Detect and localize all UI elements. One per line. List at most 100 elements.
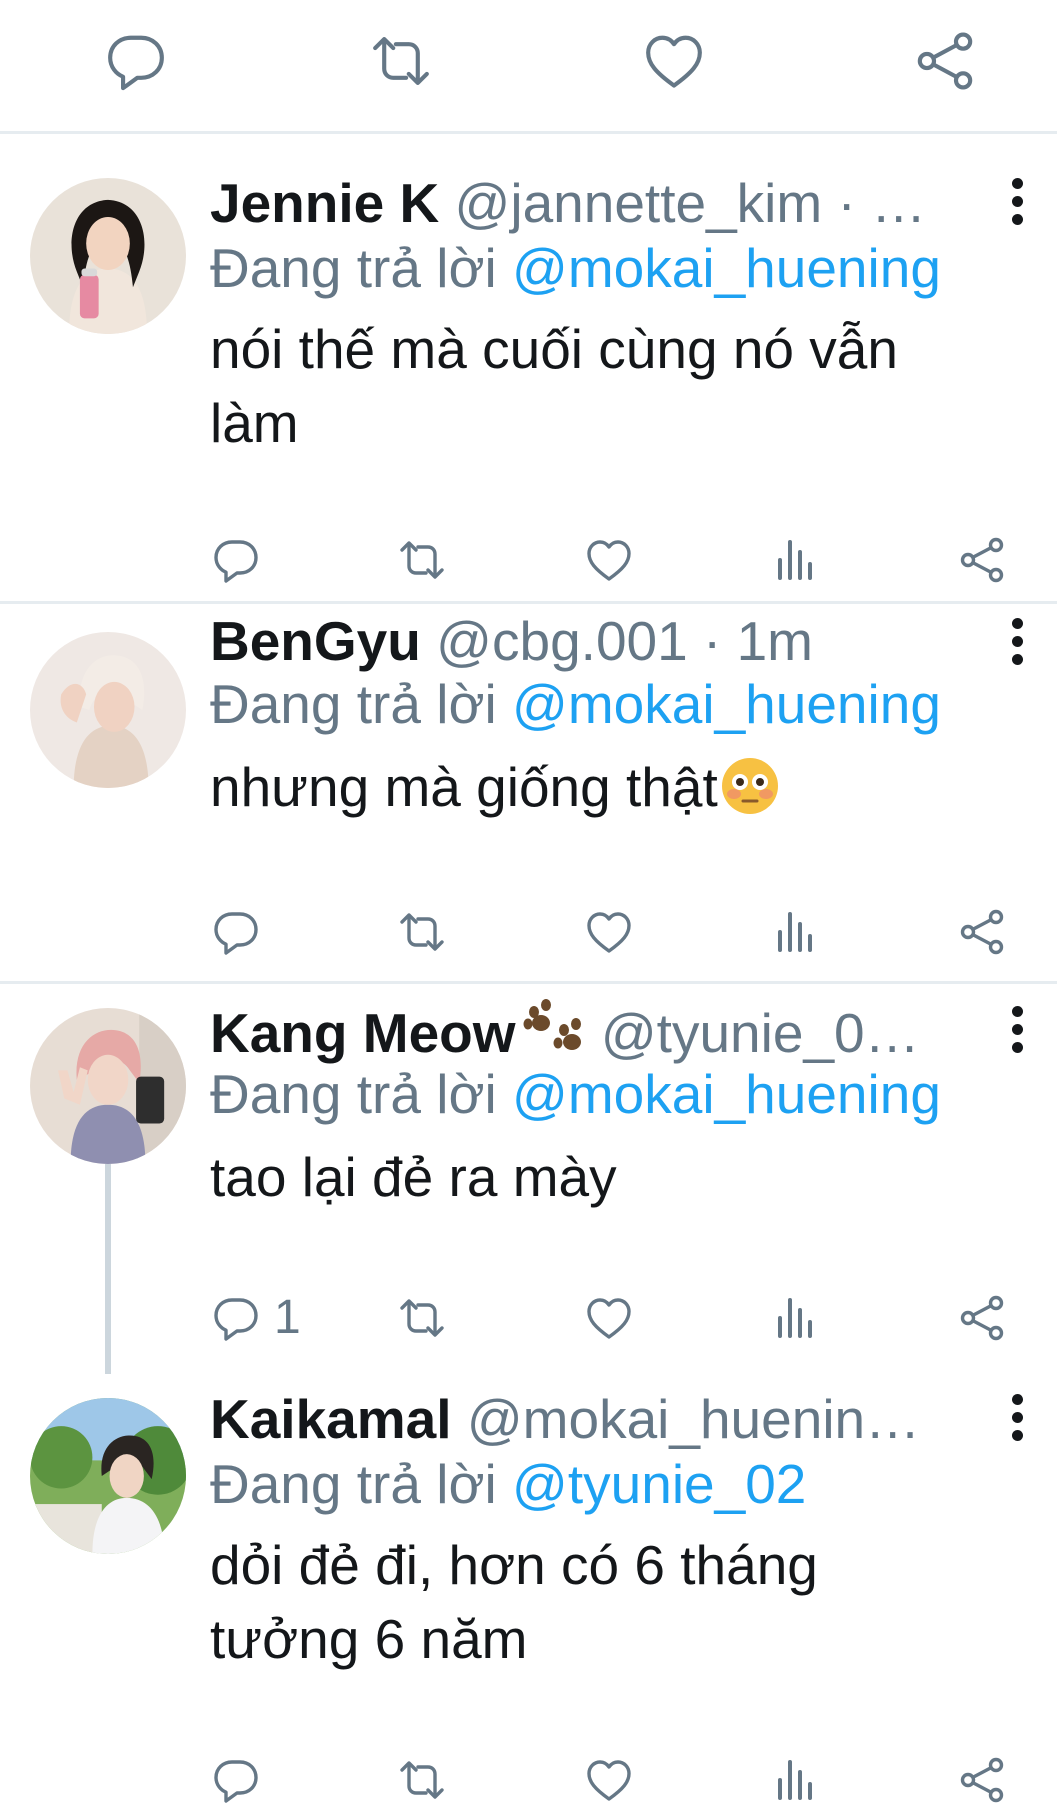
tweet-text: nói thế mà cuối cùng nó vẫn làm bbox=[210, 312, 1010, 460]
display-name[interactable]: BenGyu bbox=[210, 610, 421, 672]
reply-button[interactable]: 1 bbox=[212, 1290, 301, 1346]
mention-link[interactable]: @tyunie_02 bbox=[512, 1453, 806, 1515]
timestamp: · 1m bbox=[687, 610, 813, 672]
user-handle[interactable]: @mokai_huenin… bbox=[467, 1388, 920, 1450]
flushed-face-icon bbox=[720, 756, 780, 816]
reply-tweet[interactable]: Kang Meow @tyunie_0… Đang trả lời @mokai… bbox=[0, 984, 1057, 1374]
analytics-icon bbox=[778, 540, 812, 580]
heart-icon bbox=[587, 1760, 631, 1801]
reply-button[interactable] bbox=[212, 1752, 260, 1808]
mention-link[interactable]: @mokai_huening bbox=[512, 1063, 941, 1125]
timestamp: · … bbox=[822, 172, 927, 234]
replying-label: Đang trả lời bbox=[210, 237, 513, 299]
heart-icon bbox=[587, 540, 631, 581]
tweet-text-line: nói thế mà cuối cùng nó vẫn bbox=[210, 318, 898, 380]
share-icon bbox=[960, 1295, 1004, 1341]
heart-icon bbox=[587, 912, 631, 953]
retweet-icon[interactable] bbox=[370, 30, 432, 92]
retweet-icon bbox=[400, 1299, 444, 1337]
retweet-button[interactable] bbox=[398, 532, 446, 588]
display-name[interactable]: Jennie K bbox=[210, 172, 439, 234]
display-name[interactable]: Kaikamal bbox=[210, 1388, 452, 1450]
mention-link[interactable]: @mokai_huening bbox=[512, 237, 941, 299]
share-button[interactable] bbox=[958, 904, 1006, 960]
thread-connector bbox=[105, 1164, 111, 1374]
more-dot bbox=[1012, 1006, 1023, 1017]
avatar[interactable] bbox=[30, 178, 186, 334]
more-dot bbox=[1012, 1430, 1023, 1441]
like-button[interactable] bbox=[585, 904, 633, 960]
avatar[interactable] bbox=[30, 1008, 186, 1164]
tweet-text-line: nhưng mà giống thật bbox=[210, 750, 1010, 824]
more-options-button[interactable] bbox=[1000, 612, 1036, 672]
avatar[interactable] bbox=[30, 632, 186, 788]
share-button[interactable] bbox=[958, 1752, 1006, 1808]
like-button[interactable] bbox=[585, 532, 633, 588]
analytics-button[interactable] bbox=[772, 904, 820, 960]
more-dot bbox=[1012, 1412, 1023, 1423]
retweet-button[interactable] bbox=[398, 904, 446, 960]
tweet-text-line: dỏi đẻ đi, hơn có 6 tháng bbox=[210, 1534, 818, 1596]
avatar[interactable] bbox=[30, 1398, 186, 1554]
share-button[interactable] bbox=[958, 532, 1006, 588]
more-dot bbox=[1012, 196, 1023, 207]
more-dot bbox=[1012, 178, 1023, 189]
more-options-button[interactable] bbox=[1000, 172, 1036, 232]
replying-label: Đang trả lời bbox=[210, 673, 513, 735]
more-dot bbox=[1012, 1394, 1023, 1405]
analytics-button[interactable] bbox=[772, 1290, 820, 1346]
more-dot bbox=[1012, 618, 1023, 629]
paw-prints-icon bbox=[520, 996, 586, 1058]
heart-icon[interactable] bbox=[643, 30, 705, 92]
comment-icon bbox=[214, 1760, 258, 1803]
more-options-button[interactable] bbox=[1000, 1388, 1036, 1448]
analytics-button[interactable] bbox=[772, 532, 820, 588]
tweet-action-bar bbox=[0, 0, 1057, 134]
comment-icon bbox=[214, 1298, 258, 1341]
share-button[interactable] bbox=[958, 1290, 1006, 1346]
comment-icon bbox=[214, 540, 258, 583]
reply-button[interactable] bbox=[212, 904, 260, 960]
like-button[interactable] bbox=[585, 1290, 633, 1346]
share-icon bbox=[960, 1757, 1004, 1803]
retweet-icon bbox=[400, 1761, 444, 1799]
comment-icon bbox=[214, 912, 258, 955]
replying-to: Đang trả lời @tyunie_02 bbox=[210, 1444, 806, 1524]
user-handle[interactable]: @cbg.001 bbox=[436, 610, 688, 672]
more-dot bbox=[1012, 654, 1023, 665]
heart-icon bbox=[587, 1298, 631, 1339]
replying-to: Đang trả lời @mokai_huening bbox=[210, 228, 941, 308]
replying-to: Đang trả lời @mokai_huening bbox=[210, 1054, 941, 1134]
reply-button[interactable] bbox=[212, 532, 260, 588]
retweet-icon bbox=[400, 913, 444, 951]
analytics-icon bbox=[778, 1298, 812, 1338]
more-options-button[interactable] bbox=[1000, 1000, 1036, 1060]
comment-icon[interactable] bbox=[105, 30, 167, 92]
reply-count: 1 bbox=[274, 1291, 301, 1344]
mention-link[interactable]: @mokai_huening bbox=[512, 673, 941, 735]
retweet-button[interactable] bbox=[398, 1290, 446, 1346]
tweet-text-line: tao lại đẻ ra mày bbox=[210, 1146, 617, 1208]
replying-label: Đang trả lời bbox=[210, 1453, 513, 1515]
tweet-text-content: nhưng mà giống thật bbox=[210, 756, 718, 818]
reply-tweet[interactable]: Jennie K @jannette_kim · … Đang trả lời … bbox=[0, 134, 1057, 604]
retweet-icon bbox=[400, 541, 444, 579]
tweet-text: tao lại đẻ ra mày bbox=[210, 1140, 1010, 1214]
reply-tweet[interactable]: Kaikamal @mokai_huenin… Đang trả lời @ty… bbox=[0, 1374, 1057, 1816]
replying-to: Đang trả lời @mokai_huening bbox=[210, 664, 941, 744]
tweet-text: dỏi đẻ đi, hơn có 6 tháng tưởng 6 năm bbox=[210, 1528, 1010, 1676]
analytics-button[interactable] bbox=[772, 1752, 820, 1808]
analytics-icon bbox=[778, 912, 812, 952]
more-dot bbox=[1012, 1024, 1023, 1035]
replying-label: Đang trả lời bbox=[210, 1063, 513, 1125]
tweet-text-line: làm bbox=[210, 392, 299, 454]
retweet-button[interactable] bbox=[398, 1752, 446, 1808]
share-icon[interactable] bbox=[914, 30, 976, 92]
share-icon bbox=[960, 537, 1004, 583]
share-icon bbox=[960, 909, 1004, 955]
user-handle[interactable]: @jannette_kim bbox=[455, 172, 823, 234]
tweet-text: nhưng mà giống thật bbox=[210, 750, 1010, 824]
more-dot bbox=[1012, 636, 1023, 647]
reply-tweet[interactable]: BenGyu @cbg.001 · 1m Đang trả lời @mokai… bbox=[0, 604, 1057, 984]
like-button[interactable] bbox=[585, 1752, 633, 1808]
